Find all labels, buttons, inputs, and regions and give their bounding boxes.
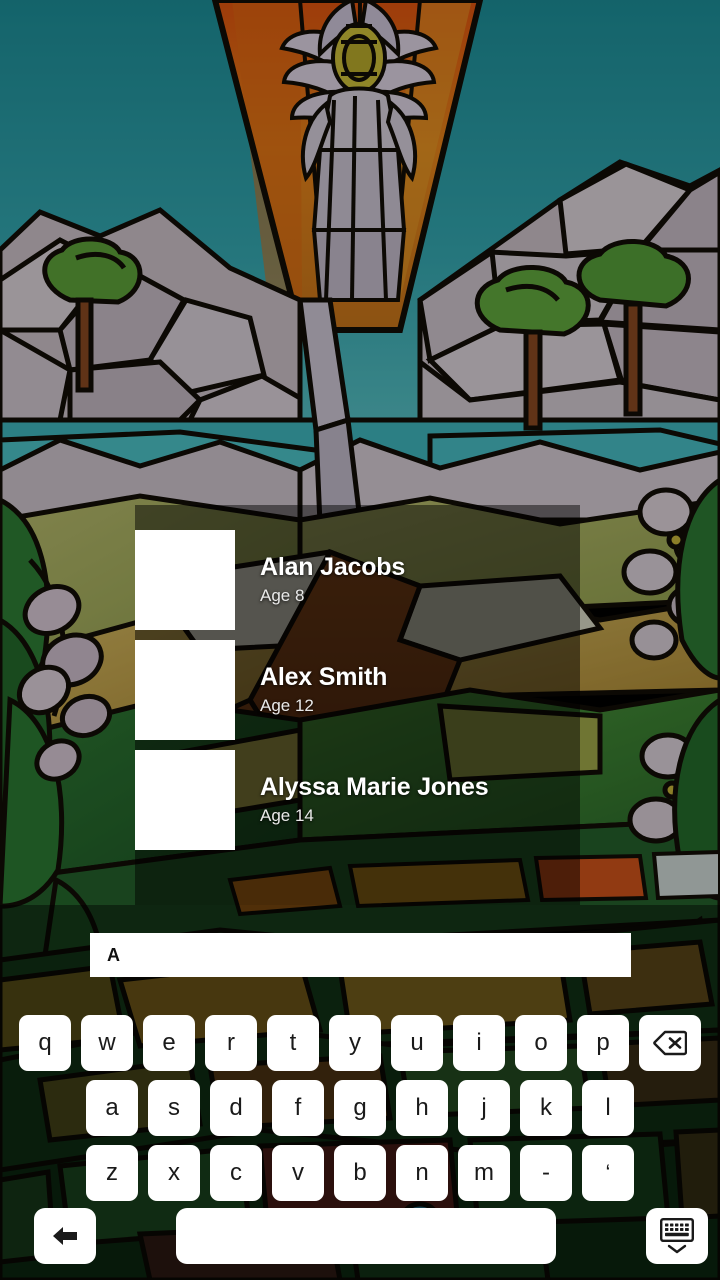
key-c[interactable]: c: [210, 1145, 262, 1201]
hide-keyboard-icon: [659, 1217, 694, 1255]
on-screen-keyboard: q w e r t y u i o p a s d f g h j k l z …: [0, 1008, 720, 1280]
key-f[interactable]: f: [272, 1080, 324, 1136]
keyboard-row-4: [0, 1208, 720, 1264]
key-q[interactable]: q: [19, 1015, 71, 1071]
key-n[interactable]: n: [396, 1145, 448, 1201]
profile-age: Age 12: [260, 696, 314, 716]
key-g[interactable]: g: [334, 1080, 386, 1136]
key-l[interactable]: l: [582, 1080, 634, 1136]
search-input-value: A: [107, 945, 120, 965]
profile-age: Age 14: [260, 806, 314, 826]
key-d[interactable]: d: [210, 1080, 262, 1136]
profile-name: Alex Smith: [260, 662, 388, 691]
avatar: [135, 640, 235, 740]
list-item[interactable]: Alan Jacobs Age 8: [135, 525, 605, 635]
profile-name: Alan Jacobs: [260, 552, 406, 581]
key-z[interactable]: z: [86, 1145, 138, 1201]
key-hyphen[interactable]: -: [520, 1145, 572, 1201]
key-p[interactable]: p: [577, 1015, 629, 1071]
key-s[interactable]: s: [148, 1080, 200, 1136]
search-input[interactable]: A: [90, 933, 631, 977]
backspace-icon: [653, 1030, 687, 1056]
key-y[interactable]: y: [329, 1015, 381, 1071]
key-r[interactable]: r: [205, 1015, 257, 1071]
keyboard-row-1: q w e r t y u i o p: [0, 1015, 720, 1071]
key-space[interactable]: [175, 1208, 556, 1264]
key-i[interactable]: i: [453, 1015, 505, 1071]
key-b[interactable]: b: [334, 1145, 386, 1201]
profile-info: Alan Jacobs Age 8: [260, 552, 406, 607]
key-j[interactable]: j: [458, 1080, 510, 1136]
key-a[interactable]: a: [86, 1080, 138, 1136]
list-item[interactable]: Alyssa Marie Jones Age 14: [135, 745, 605, 855]
key-u[interactable]: u: [391, 1015, 443, 1071]
key-o[interactable]: o: [515, 1015, 567, 1071]
key-v[interactable]: v: [272, 1145, 324, 1201]
profile-info: Alex Smith Age 12: [260, 662, 388, 717]
key-x[interactable]: x: [148, 1145, 200, 1201]
key-m[interactable]: m: [458, 1145, 510, 1201]
key-w[interactable]: w: [81, 1015, 133, 1071]
key-e[interactable]: e: [143, 1015, 195, 1071]
avatar: [135, 530, 235, 630]
key-t[interactable]: t: [267, 1015, 319, 1071]
profile-info: Alyssa Marie Jones Age 14: [260, 772, 489, 827]
list-item[interactable]: Alex Smith Age 12: [135, 635, 605, 745]
profile-name: Alyssa Marie Jones: [260, 772, 489, 801]
keyboard-row-2: a s d f g h j k l: [0, 1080, 720, 1136]
profile-list: Alan Jacobs Age 8 Alex Smith Age 12 Alys…: [135, 525, 605, 855]
profile-age: Age 8: [260, 586, 305, 606]
backspace-key[interactable]: [639, 1015, 701, 1071]
avatar: [135, 750, 235, 850]
back-button[interactable]: [33, 1208, 96, 1264]
key-k[interactable]: k: [520, 1080, 572, 1136]
key-apostrophe[interactable]: ‘: [582, 1145, 634, 1201]
app-screen: Alan Jacobs Age 8 Alex Smith Age 12 Alys…: [0, 0, 720, 1280]
keyboard-row-3: z x c v b n m - ‘: [0, 1145, 720, 1201]
back-arrow-icon: [51, 1223, 79, 1249]
hide-keyboard-button[interactable]: [645, 1208, 708, 1264]
key-h[interactable]: h: [396, 1080, 448, 1136]
